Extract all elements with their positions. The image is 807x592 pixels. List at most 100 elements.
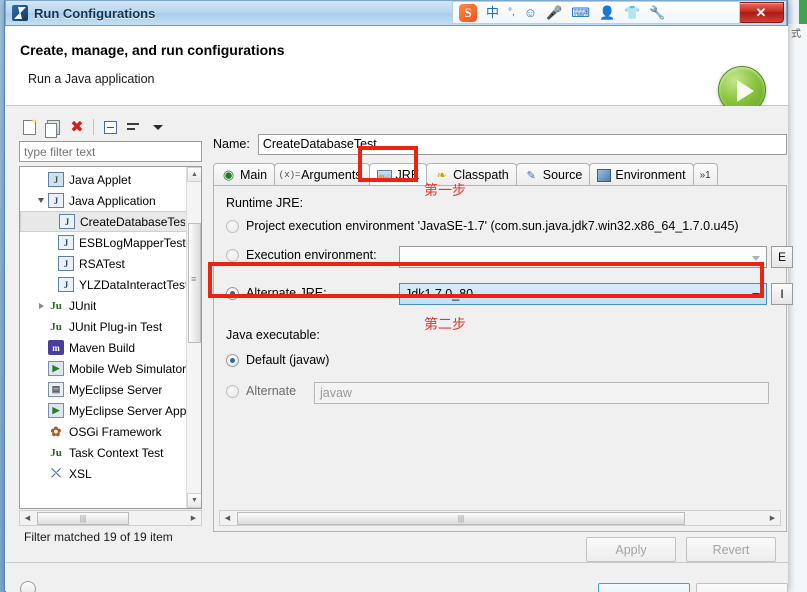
delete-configuration-button[interactable]: ✖ — [67, 117, 87, 137]
tab-overflow-button[interactable]: »1 — [692, 163, 718, 186]
filter-input[interactable] — [19, 141, 202, 162]
dialog-header: Create, manage, and run configurations R… — [6, 26, 788, 114]
pane-hscroll-thumb[interactable]: ||| — [237, 511, 685, 525]
tree-item[interactable]: Ju Task Context Test — [20, 442, 188, 463]
tree-item[interactable]: J Java Application — [20, 190, 188, 211]
tree-vertical-scrollbar[interactable]: ▲ ▼ — [186, 167, 201, 508]
keyboard-icon[interactable]: ⌨ — [571, 6, 590, 19]
collapse-all-icon — [103, 120, 117, 134]
tree-item[interactable]: ▶ Mobile Web Simulator — [20, 358, 188, 379]
tree-hscroll-thumb[interactable]: ||| — [37, 511, 129, 525]
project-execution-environment-row[interactable]: Project execution environment 'JavaSE-1.… — [226, 219, 739, 233]
tree-horizontal-scrollbar[interactable]: ◀ ||| ▶ — [19, 510, 202, 526]
step-two-note: 第二步 — [424, 317, 466, 333]
sogou-logo-icon[interactable]: S — [459, 3, 477, 22]
tree-item[interactable]: J RSATest — [20, 253, 188, 274]
scroll-right-arrow[interactable]: ▶ — [186, 511, 201, 525]
triangle-icon — [38, 302, 44, 309]
dialog-footer — [6, 563, 788, 592]
skin-icon[interactable]: 👕 — [624, 6, 640, 19]
tree-item-type-icon: Ju — [50, 299, 62, 312]
pane-scroll-right-arrow[interactable]: ▶ — [765, 511, 780, 525]
default-javaw-label: Default (javaw) — [246, 353, 330, 367]
pane-horizontal-scrollbar[interactable]: ◀ ||| ▶ — [219, 510, 781, 526]
close-button[interactable]: ✕ — [738, 2, 784, 23]
tree-item-label: ESBLogMapperTest — [79, 235, 186, 250]
emoji-icon[interactable]: ☺ — [524, 6, 537, 19]
microphone-icon[interactable]: 🎤 — [546, 6, 562, 19]
tab-environment[interactable]: Environment — [589, 163, 694, 186]
execution-environment-radio[interactable] — [226, 248, 239, 262]
help-icon[interactable] — [20, 581, 36, 592]
pane-scroll-left-arrow[interactable]: ◀ — [220, 511, 235, 525]
environments-button[interactable]: E — [771, 246, 793, 268]
default-javaw-radio[interactable] — [226, 353, 239, 367]
chinese-mode-icon[interactable]: 中 — [486, 6, 499, 19]
tree-item[interactable]: m Maven Build — [20, 337, 188, 358]
tree-item[interactable]: ⤬ XSL — [20, 463, 188, 484]
apply-button[interactable]: Apply — [586, 537, 676, 562]
ime-toolbar[interactable]: S 中 °, ☺ 🎤 ⌨ 👤 👕 🔧 — [452, 1, 740, 24]
user-icon[interactable]: 👤 — [599, 5, 615, 21]
chevron-down-icon — [153, 124, 163, 130]
scroll-down-arrow[interactable]: ▼ — [187, 493, 201, 508]
duplicate-configuration-button[interactable] — [43, 117, 63, 138]
tree-item[interactable]: J ESBLogMapperTest — [20, 232, 188, 253]
java-executable-label: Java executable: — [226, 328, 320, 342]
alternate-javaw-field[interactable]: javaw — [314, 382, 769, 404]
tree-item-label: YLZDataInteractTest — [79, 277, 186, 292]
configurations-tree[interactable]: J Java Applet J Java Application J CreateData… — [19, 166, 202, 509]
tree-item-label: Maven Build — [69, 340, 136, 355]
tree-item[interactable]: ✿ OSGi Framework — [20, 421, 188, 442]
tree-item[interactable]: Ju JUnit Plug-in Test — [20, 316, 188, 337]
tab-arguments[interactable]: (x)= Arguments — [274, 163, 370, 186]
tree-item-label: CreateDatabaseTest — [80, 214, 185, 229]
tab-jre[interactable]: JRE — [368, 163, 428, 186]
tab-main[interactable]: ◉ Main — [213, 163, 276, 186]
alternate-jre-radio[interactable] — [226, 286, 239, 300]
tree-item[interactable]: ▤ MyEclipse Server — [20, 379, 188, 400]
tools-icon[interactable]: 🔧 — [649, 6, 665, 19]
alternate-javaw-row[interactable]: Alternate — [226, 384, 296, 398]
installed-jres-button[interactable]: I — [771, 283, 793, 305]
tree-item-label: JUnit Plug-in Test — [69, 319, 163, 334]
tree-scroll-thumb[interactable] — [188, 223, 201, 343]
filter-button[interactable] — [124, 117, 144, 137]
tree-item[interactable]: J YLZDataInteractTest — [20, 274, 188, 295]
run-configurations-icon — [12, 5, 28, 21]
punctuation-icon[interactable]: °, — [508, 7, 515, 18]
tree-item-type-icon: Ju — [50, 320, 62, 333]
tab-source[interactable]: ✎ Source — [515, 163, 591, 186]
alternate-jre-combo[interactable]: Jdk1.7.0_80 — [399, 283, 767, 305]
tree-item-type-icon: ▶ — [48, 403, 64, 418]
default-javaw-row[interactable]: Default (javaw) — [226, 353, 329, 367]
tab-label: Environment — [615, 168, 686, 182]
scroll-up-arrow[interactable]: ▲ — [187, 167, 201, 182]
project-execution-environment-radio[interactable] — [226, 219, 239, 233]
scroll-left-arrow[interactable]: ◀ — [20, 511, 35, 525]
execution-environment-combo[interactable] — [399, 246, 767, 268]
runtime-jre-label: Runtime JRE: — [226, 196, 304, 210]
chevron-down-icon — [752, 293, 760, 298]
tree-item-label: OSGi Framework — [69, 424, 162, 439]
tree-item[interactable]: Ju JUnit — [20, 295, 188, 316]
run-button[interactable] — [598, 583, 690, 592]
tree-item[interactable]: J CreateDatabaseTest — [20, 211, 188, 232]
tree-item[interactable]: J Java Applet — [20, 169, 188, 190]
tree-item-label: XSL — [69, 466, 92, 481]
alternate-javaw-radio[interactable] — [226, 384, 239, 398]
new-configuration-button[interactable] — [19, 117, 39, 137]
close-dialog-button[interactable] — [696, 583, 788, 592]
tree-item[interactable]: ▶ MyEclipse Server Application — [20, 400, 188, 421]
view-menu-button[interactable] — [148, 117, 168, 137]
revert-button[interactable]: Revert — [686, 537, 776, 562]
name-label: Name: — [213, 137, 250, 151]
collapse-all-button[interactable] — [100, 117, 120, 137]
execution-environment-row[interactable]: Execution environment: — [226, 248, 377, 262]
alternate-jre-row[interactable]: Alternate JRE: — [226, 286, 327, 300]
expand-arrow-closed-icon[interactable] — [34, 302, 48, 309]
tree-item-type-icon: ▶ — [48, 361, 64, 376]
tree-item-label: MyEclipse Server Application — [69, 403, 186, 418]
name-input[interactable] — [257, 133, 787, 155]
expand-arrow-open-icon[interactable] — [34, 198, 48, 203]
